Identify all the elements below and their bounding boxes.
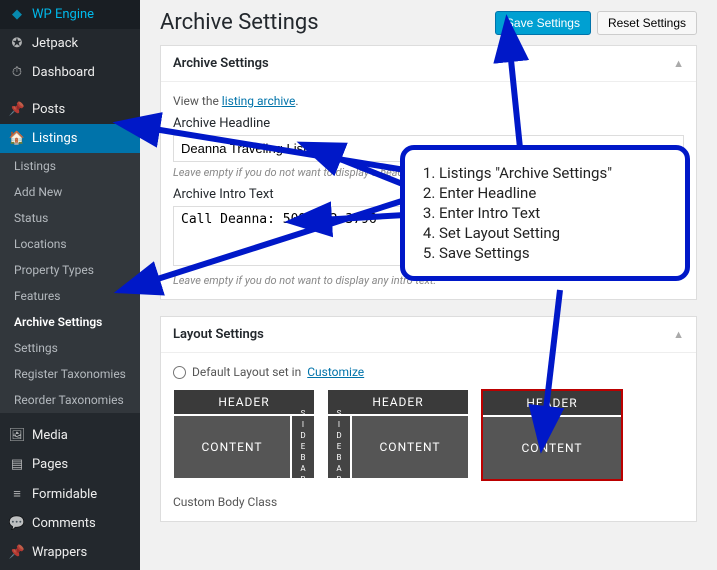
reset-button[interactable]: Reset Settings xyxy=(597,11,697,35)
menu-formidable[interactable]: ≡Formidable xyxy=(0,479,140,509)
save-button[interactable]: Save Settings xyxy=(495,11,591,35)
menu-posts[interactable]: 📌Posts xyxy=(0,95,140,124)
panel-toggle-icon[interactable]: ▲ xyxy=(673,57,684,70)
listing-archive-link[interactable]: listing archive xyxy=(222,94,296,108)
sub-locations[interactable]: Locations xyxy=(0,231,140,257)
custom-body-class-label: Custom Body Class xyxy=(173,495,684,509)
intro-textarea[interactable]: Call Deanna: 509-322-3796 xyxy=(173,206,684,266)
menu-pages[interactable]: ▤Pages xyxy=(0,450,140,479)
sub-listings[interactable]: Listings xyxy=(0,153,140,179)
pages-icon: ▤ xyxy=(8,457,26,472)
panel-title-layout: Layout Settings xyxy=(173,327,264,342)
dashboard-icon: ⏱ xyxy=(8,65,26,80)
intro-label: Archive Intro Text xyxy=(173,187,684,202)
default-layout-radio[interactable] xyxy=(173,366,186,379)
menu-comments[interactable]: 💬Comments xyxy=(0,509,140,538)
archive-settings-panel: Archive Settings ▲ View the listing arch… xyxy=(160,45,697,300)
headline-help: Leave empty if you do not want to displa… xyxy=(173,166,684,179)
sub-features[interactable]: Features xyxy=(0,283,140,309)
menu-dashboard[interactable]: ⏱Dashboard xyxy=(0,58,140,87)
intro-help: Leave empty if you do not want to displa… xyxy=(173,274,684,287)
home-icon: 🏠 xyxy=(8,131,26,146)
view-archive-line: View the listing archive. xyxy=(173,94,684,108)
comments-icon: 💬 xyxy=(8,516,26,531)
panel-toggle-icon[interactable]: ▲ xyxy=(673,328,684,341)
sub-property-types[interactable]: Property Types xyxy=(0,257,140,283)
sub-archive-settings[interactable]: Archive Settings xyxy=(0,309,140,335)
menu-jetpack[interactable]: ✪Jetpack xyxy=(0,29,140,58)
formidable-icon: ≡ xyxy=(8,486,26,502)
menu-wrappers[interactable]: 📌Wrappers xyxy=(0,538,140,567)
headline-input[interactable] xyxy=(173,135,684,162)
layout-full-width[interactable]: HEADER CONTENT xyxy=(481,389,623,481)
default-layout-label: Default Layout set in xyxy=(192,365,301,379)
media-icon: 🖼 xyxy=(8,428,26,443)
menu-media[interactable]: 🖼Media xyxy=(0,421,140,450)
sub-status[interactable]: Status xyxy=(0,205,140,231)
customize-link[interactable]: Customize xyxy=(307,365,364,379)
main-content: Archive Settings Save Settings Reset Set… xyxy=(140,0,717,570)
wrappers-icon: 📌 xyxy=(8,545,26,560)
jetpack-icon: ✪ xyxy=(8,36,26,51)
page-title: Archive Settings xyxy=(160,10,319,35)
sub-settings[interactable]: Settings xyxy=(0,335,140,361)
layout-sidebar-content[interactable]: HEADER SIDEBAR CONTENT xyxy=(327,389,469,481)
menu-wpengine[interactable]: ◆WP Engine xyxy=(0,0,140,29)
sub-register-taxonomies[interactable]: Register Taxonomies xyxy=(0,361,140,387)
layout-settings-panel: Layout Settings ▲ Default Layout set in … xyxy=(160,316,697,522)
layout-content-sidebar[interactable]: HEADER CONTENT SIDEBAR xyxy=(173,389,315,481)
listings-submenu: Listings Add New Status Locations Proper… xyxy=(0,153,140,413)
menu-listings[interactable]: 🏠Listings xyxy=(0,124,140,153)
panel-title: Archive Settings xyxy=(173,56,269,71)
wpengine-icon: ◆ xyxy=(8,7,26,22)
sub-add-new[interactable]: Add New xyxy=(0,179,140,205)
admin-sidebar: ◆WP Engine ✪Jetpack ⏱Dashboard 📌Posts 🏠L… xyxy=(0,0,140,570)
pin-icon: 📌 xyxy=(8,102,26,117)
headline-label: Archive Headline xyxy=(173,116,684,131)
sub-reorder-taxonomies[interactable]: Reorder Taxonomies xyxy=(0,387,140,413)
